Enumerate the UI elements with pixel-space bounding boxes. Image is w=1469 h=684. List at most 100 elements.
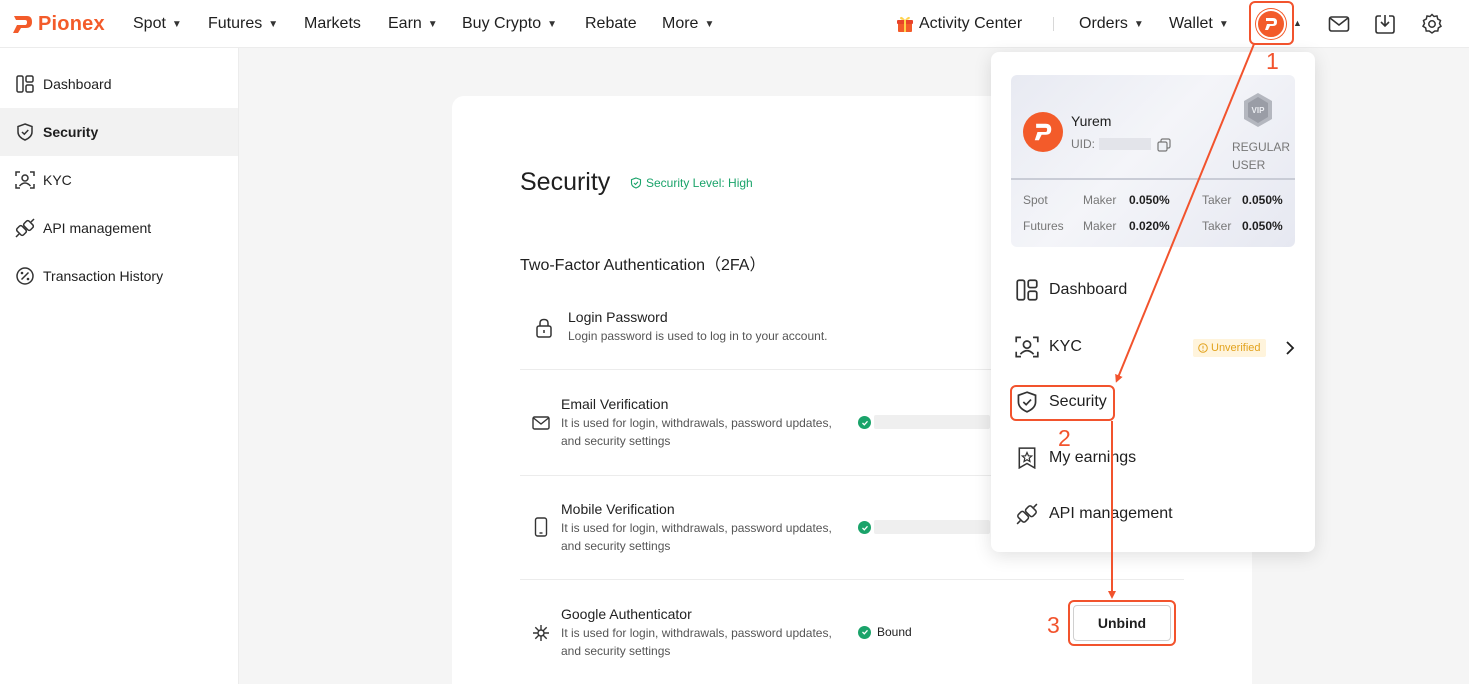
nav-orders[interactable]: Orders ▼ [1079, 0, 1144, 48]
nav-spot[interactable]: Spot ▼ [133, 0, 182, 48]
status-text: Bound [877, 625, 912, 639]
fee-taker-value: 0.050% [1242, 193, 1283, 207]
row-title: Mobile Verification [561, 501, 675, 517]
download-icon[interactable] [1373, 12, 1397, 36]
fee-market: Futures [1023, 219, 1064, 233]
nav-buy-crypto-label: Buy Crypto [462, 15, 542, 32]
caret-up-icon: ▲ [1293, 18, 1302, 28]
unbind-button[interactable]: Unbind [1073, 605, 1171, 641]
nav-futures-label: Futures [208, 15, 263, 32]
sidebar: Dashboard Security KYC API management Tr… [0, 48, 239, 684]
nav-rebate[interactable]: Rebate [585, 0, 637, 48]
nav-more-label: More [662, 15, 699, 32]
nav-divider [1053, 17, 1054, 31]
caret-down-icon: ▼ [1218, 18, 1229, 30]
user-tier: REGULAR USER [1232, 140, 1291, 172]
nav-earn[interactable]: Earn ▼ [388, 0, 438, 48]
api-icon [1015, 502, 1039, 526]
dropdown-item-label: API management [1049, 505, 1173, 522]
lock-icon [534, 318, 554, 338]
sidebar-item-dashboard[interactable]: Dashboard [0, 60, 238, 108]
pionex-logo[interactable]: Pionex [12, 12, 105, 36]
avatar-icon[interactable] [1256, 9, 1286, 39]
dropdown-item-label: Dashboard [1049, 281, 1128, 298]
row-title: Google Authenticator [561, 606, 692, 622]
gift-icon [897, 16, 913, 32]
dropdown-item-dashboard[interactable]: Dashboard [1015, 278, 1127, 302]
copy-icon[interactable] [1157, 138, 1171, 152]
dropdown-item-security[interactable]: Security [1015, 390, 1107, 414]
row-desc: Login password is used to log in to your… [568, 329, 828, 343]
svg-text:VIP: VIP [1252, 106, 1266, 115]
nav-markets[interactable]: Markets [304, 0, 361, 48]
fee-taker-value: 0.050% [1242, 219, 1283, 233]
caret-down-icon: ▼ [704, 18, 715, 30]
brand-name: Pionex [38, 12, 105, 35]
top-navbar: Pionex Spot ▼ Futures ▼ Markets Earn ▼ Buy … [0, 0, 1469, 48]
section-title-2fa: Two-Factor Authentication（2FA） [520, 257, 766, 274]
sidebar-item-security[interactable]: Security [0, 108, 238, 156]
sidebar-item-label: API management [43, 220, 152, 236]
security-level-badge: Security Level: High [630, 176, 753, 190]
nav-earn-label: Earn [388, 15, 422, 32]
info-icon [1198, 343, 1208, 353]
nav-buy-crypto[interactable]: Buy Crypto ▼ [462, 0, 557, 48]
dropdown-item-kyc[interactable]: KYC [1015, 335, 1082, 359]
uid-label: UID: [1071, 137, 1095, 151]
row-title: Login Password [568, 309, 668, 325]
card-divider [1011, 178, 1295, 180]
logo-mark-icon [13, 16, 32, 33]
avatar [1023, 112, 1063, 152]
avatar-logo-icon [1034, 123, 1052, 141]
caret-down-icon: ▼ [427, 18, 438, 30]
mail-icon[interactable] [1327, 12, 1351, 36]
dashboard-icon [15, 74, 35, 94]
dashboard-icon [1015, 278, 1039, 302]
dropdown-item-label: Security [1049, 393, 1107, 410]
user-name: Yurem [1071, 113, 1112, 129]
api-icon [15, 218, 35, 238]
nav-rebate-label: Rebate [585, 15, 637, 32]
percent-icon [15, 266, 35, 286]
nav-markets-label: Markets [304, 15, 361, 32]
user-uid: UID: [1071, 137, 1151, 151]
page-title: Security [520, 168, 611, 196]
step-number: 2 [1058, 425, 1071, 451]
sidebar-item-label: Dashboard [43, 76, 112, 92]
shield-check-icon [630, 177, 642, 189]
nav-activity-center[interactable]: Activity Center [896, 0, 1022, 48]
check-icon [858, 521, 871, 534]
dropdown-item-label: KYC [1049, 338, 1082, 355]
settings-icon[interactable] [1420, 12, 1444, 36]
fee-maker-label: Maker [1083, 193, 1117, 207]
sidebar-item-transaction-history[interactable]: Transaction History [0, 252, 238, 300]
nav-wallet[interactable]: Wallet ▼ [1169, 0, 1229, 48]
caret-down-icon: ▼ [1133, 18, 1144, 30]
fee-taker-label: Taker [1202, 193, 1232, 207]
kyc-status-text: Unverified [1211, 342, 1261, 354]
shield-icon [15, 122, 35, 142]
sidebar-item-api-management[interactable]: API management [0, 204, 238, 252]
step-number: 3 [1047, 612, 1060, 638]
caret-down-icon: ▼ [268, 18, 279, 30]
masked-phone [874, 520, 990, 534]
dropdown-item-my-earnings[interactable]: My earnings [1015, 446, 1136, 470]
fee-taker-label: Taker [1202, 219, 1232, 233]
phone-icon [531, 517, 551, 537]
status-badge: Bound [858, 625, 912, 639]
dropdown-item-api-management[interactable]: API management [1015, 502, 1173, 526]
step-number: 1 [1266, 48, 1279, 74]
fee-market: Spot [1023, 193, 1048, 207]
nav-more[interactable]: More ▼ [662, 0, 714, 48]
check-icon [858, 416, 871, 429]
chevron-right-icon[interactable] [1283, 340, 1297, 356]
caret-down-icon: ▼ [171, 18, 182, 30]
nav-futures[interactable]: Futures ▼ [208, 0, 278, 48]
shield-icon [1015, 390, 1039, 414]
fee-maker-value: 0.020% [1129, 219, 1170, 233]
sidebar-item-kyc[interactable]: KYC [0, 156, 238, 204]
sidebar-item-label: Transaction History [43, 268, 164, 284]
caret-down-icon: ▼ [547, 18, 558, 30]
nav-spot-label: Spot [133, 15, 166, 32]
mail-icon [531, 413, 551, 433]
